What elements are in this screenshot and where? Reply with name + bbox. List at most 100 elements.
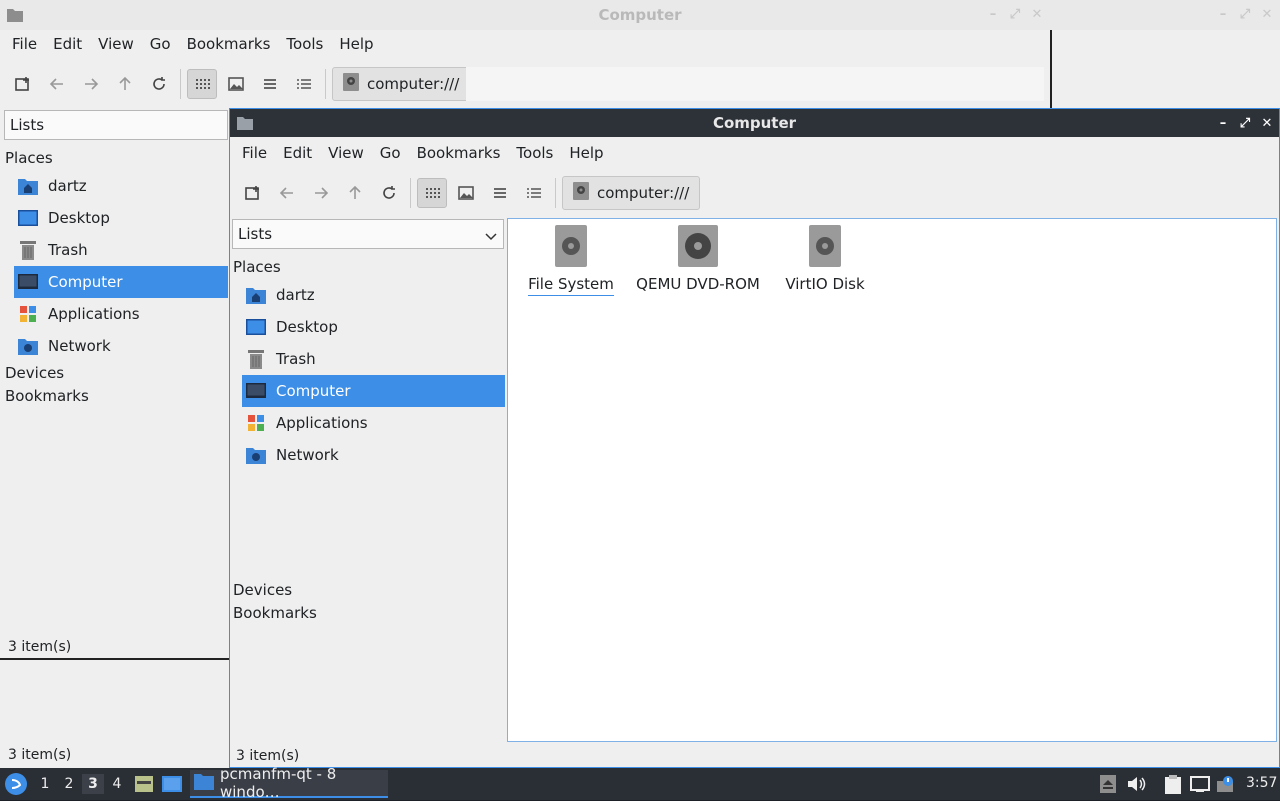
place-computer[interactable]: Computer xyxy=(14,266,228,298)
computer-icon xyxy=(246,381,266,401)
home-folder-icon xyxy=(18,176,38,196)
place-label: Applications xyxy=(48,305,140,323)
close-icon[interactable]: ✕ xyxy=(1259,115,1275,131)
file-item[interactable]: VirtIO Disk xyxy=(760,225,890,293)
place-applications[interactable]: Applications xyxy=(14,298,228,330)
network-icon[interactable] xyxy=(1190,774,1210,794)
place-desktop[interactable]: Desktop xyxy=(14,202,228,234)
thumbnail-view-button[interactable] xyxy=(451,178,481,208)
menu-edit[interactable]: Edit xyxy=(275,144,320,162)
place-applications[interactable]: Applications xyxy=(242,407,505,439)
menu-edit[interactable]: Edit xyxy=(45,35,90,53)
clock[interactable]: 3:57 xyxy=(1246,775,1277,791)
place-dartz[interactable]: dartz xyxy=(242,279,505,311)
menu-tools[interactable]: Tools xyxy=(508,144,561,162)
menu-go[interactable]: Go xyxy=(372,144,409,162)
new-tab-button[interactable] xyxy=(8,69,38,99)
place-desktop[interactable]: Desktop xyxy=(242,311,505,343)
side-pane-mode-select[interactable]: Lists xyxy=(232,219,504,249)
place-network[interactable]: Network xyxy=(242,439,505,471)
maximize-icon[interactable]: ⤢ xyxy=(1237,115,1253,131)
file-item-label: VirtIO Disk xyxy=(785,275,865,293)
up-button[interactable] xyxy=(110,69,140,99)
menu-view[interactable]: View xyxy=(320,144,372,162)
back-titlebar[interactable]: Computer – ⤢ ✕ – ⤢ ✕ xyxy=(0,0,1280,30)
forward-button[interactable] xyxy=(76,69,106,99)
reload-button[interactable] xyxy=(374,178,404,208)
side-pane-mode-select[interactable]: Lists xyxy=(4,110,228,140)
menu-bookmarks[interactable]: Bookmarks xyxy=(179,35,279,53)
place-label: Computer xyxy=(276,382,351,400)
menu-go[interactable]: Go xyxy=(142,35,179,53)
place-dartz[interactable]: dartz xyxy=(14,170,228,202)
close-icon[interactable]: ✕ xyxy=(1259,6,1275,22)
pane-divider xyxy=(0,658,230,660)
icon-view-button[interactable] xyxy=(417,178,447,208)
minimize-icon[interactable]: – xyxy=(1215,115,1231,131)
show-desktop-icon[interactable] xyxy=(161,773,183,799)
status-text: 3 item(s) xyxy=(8,747,72,763)
path-button[interactable]: computer:/// xyxy=(332,67,471,101)
place-label: Network xyxy=(276,446,339,464)
devices-header[interactable]: Devices xyxy=(5,364,64,382)
front-titlebar[interactable]: Computer – ⤢ ✕ xyxy=(230,109,1279,137)
compact-view-button[interactable] xyxy=(485,178,515,208)
file-item-label: QEMU DVD-ROM xyxy=(636,275,760,293)
notification-icon[interactable] xyxy=(1216,774,1236,794)
place-computer[interactable]: Computer xyxy=(242,375,505,407)
devices-header[interactable]: Devices xyxy=(233,581,292,599)
place-trash[interactable]: Trash xyxy=(242,343,505,375)
thumbnail-view-button[interactable] xyxy=(221,69,251,99)
back-button[interactable] xyxy=(42,69,72,99)
place-label: dartz xyxy=(276,286,315,304)
drive-icon xyxy=(573,182,589,204)
desktop-icon xyxy=(18,208,38,228)
place-label: Network xyxy=(48,337,111,355)
detailed-view-button[interactable] xyxy=(289,69,319,99)
menu-bookmarks[interactable]: Bookmarks xyxy=(409,144,509,162)
bookmarks-header[interactable]: Bookmarks xyxy=(5,387,89,405)
menu-file[interactable]: File xyxy=(4,35,45,53)
maximize-icon[interactable]: ⤢ xyxy=(1237,6,1253,22)
path-button[interactable]: computer:/// xyxy=(562,176,701,210)
taskbar-window-button[interactable]: pcmanfm-qt - 8 windo… xyxy=(190,765,388,801)
compact-view-button[interactable] xyxy=(255,69,285,99)
menu-help[interactable]: Help xyxy=(331,35,381,53)
minimize-icon[interactable]: – xyxy=(985,6,1001,22)
icon-view-button[interactable] xyxy=(187,69,217,99)
up-button[interactable] xyxy=(340,178,370,208)
file-manager-launcher-icon[interactable] xyxy=(133,773,155,799)
place-label: Computer xyxy=(48,273,123,291)
workspace-1[interactable]: 1 xyxy=(34,774,56,794)
eject-icon[interactable] xyxy=(1098,774,1118,794)
bookmarks-header[interactable]: Bookmarks xyxy=(233,604,317,622)
front-toolbar: computer:/// xyxy=(230,171,1279,215)
file-view[interactable]: File System QEMU DVD-ROM VirtIO Disk xyxy=(507,218,1277,742)
menu-file[interactable]: File xyxy=(234,144,275,162)
front-sidebar: Lists Places dartz Desktop Trash Compute… xyxy=(230,217,506,747)
detailed-view-button[interactable] xyxy=(519,178,549,208)
applications-icon xyxy=(18,304,38,324)
maximize-icon[interactable]: ⤢ xyxy=(1007,6,1023,22)
file-item[interactable]: QEMU DVD-ROM xyxy=(633,225,763,293)
volume-icon[interactable] xyxy=(1126,774,1146,794)
file-item[interactable]: File System xyxy=(506,225,636,296)
start-menu-icon[interactable] xyxy=(5,773,27,795)
clipboard-icon[interactable] xyxy=(1163,774,1183,794)
combo-value: Lists xyxy=(10,116,45,134)
place-trash[interactable]: Trash xyxy=(14,234,228,266)
menu-help[interactable]: Help xyxy=(561,144,611,162)
close-icon[interactable]: ✕ xyxy=(1029,6,1045,22)
back-button[interactable] xyxy=(272,178,302,208)
workspace-4[interactable]: 4 xyxy=(106,774,128,794)
workspace-3[interactable]: 3 xyxy=(82,774,104,794)
place-network[interactable]: Network xyxy=(14,330,228,362)
forward-button[interactable] xyxy=(306,178,336,208)
menu-tools[interactable]: Tools xyxy=(278,35,331,53)
new-tab-button[interactable] xyxy=(238,178,268,208)
path-bar-area[interactable] xyxy=(466,67,1044,101)
reload-button[interactable] xyxy=(144,69,174,99)
minimize-icon[interactable]: – xyxy=(1215,6,1231,22)
menu-view[interactable]: View xyxy=(90,35,142,53)
workspace-2[interactable]: 2 xyxy=(58,774,80,794)
